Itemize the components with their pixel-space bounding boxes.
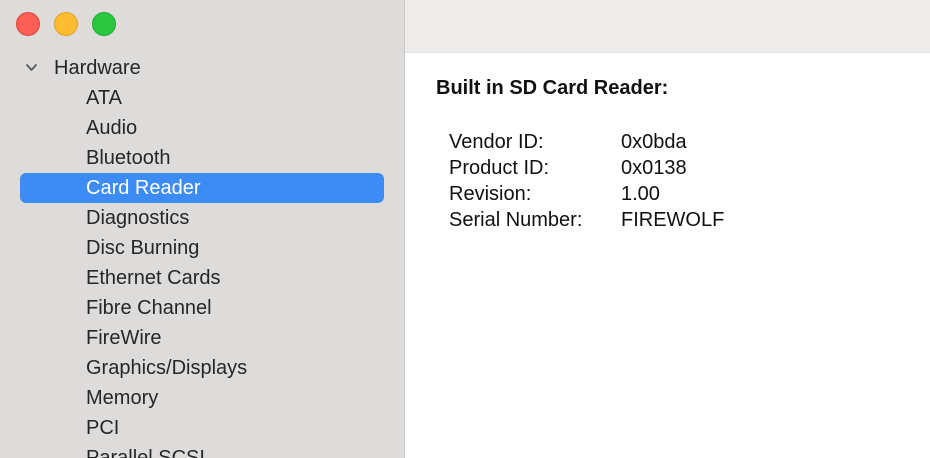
sidebar-item-parallel-scsi[interactable]: Parallel SCSI bbox=[0, 443, 404, 458]
property-list: Vendor ID: 0x0bda Product ID: 0x0138 Revisio… bbox=[449, 129, 724, 233]
zoom-button[interactable] bbox=[92, 12, 116, 36]
sidebar-item-memory[interactable]: Memory bbox=[0, 383, 404, 413]
sidebar-item-fibre-channel[interactable]: Fibre Channel bbox=[0, 293, 404, 323]
sidebar-group-hardware[interactable]: Hardware bbox=[0, 53, 404, 83]
property-key: Revision: bbox=[449, 183, 532, 205]
sidebar-item-label: ATA bbox=[86, 87, 122, 109]
property-value: 0x0138 bbox=[621, 157, 687, 179]
window-controls bbox=[16, 12, 116, 36]
sidebar-item-graphics-displays[interactable]: Graphics/Displays bbox=[0, 353, 404, 383]
sidebar-group-label: Hardware bbox=[54, 57, 141, 79]
sidebar-item-label: Graphics/Displays bbox=[86, 357, 248, 379]
system-information-window: Hardware ATA Audio Bluetooth Card Reader Dia… bbox=[0, 0, 930, 458]
sidebar-item-label: FireWire bbox=[86, 327, 162, 349]
sidebar-item-label: Card Reader bbox=[86, 177, 201, 199]
sidebar-item-disc-burning[interactable]: Disc Burning bbox=[0, 233, 404, 263]
sidebar-item-bluetooth[interactable]: Bluetooth bbox=[0, 143, 404, 173]
property-row: Revision: 1.00 bbox=[449, 181, 724, 207]
sidebar-item-list: ATA Audio Bluetooth Card Reader Diagnostics D… bbox=[0, 83, 404, 458]
chevron-down-icon[interactable] bbox=[26, 62, 37, 73]
detail-pane: Built in SD Card Reader: Vendor ID: 0x0bd… bbox=[405, 53, 930, 458]
sidebar-item-label: Fibre Channel bbox=[86, 297, 212, 319]
property-value: 1.00 bbox=[621, 183, 660, 205]
sidebar-item-label: Bluetooth bbox=[86, 147, 171, 169]
toolbar-area bbox=[405, 0, 930, 53]
sidebar-item-firewire[interactable]: FireWire bbox=[0, 323, 404, 353]
sidebar-item-label: Ethernet Cards bbox=[86, 267, 221, 289]
sidebar-item-card-reader[interactable]: Card Reader bbox=[0, 173, 404, 203]
sidebar-item-label: Memory bbox=[86, 387, 159, 409]
sidebar-item-ata[interactable]: ATA bbox=[0, 83, 404, 113]
sidebar: Hardware ATA Audio Bluetooth Card Reader Dia… bbox=[0, 0, 405, 458]
sidebar-item-pci[interactable]: PCI bbox=[0, 413, 404, 443]
property-key: Vendor ID: bbox=[449, 131, 544, 153]
sidebar-item-label: PCI bbox=[86, 417, 120, 439]
close-button[interactable] bbox=[16, 12, 40, 36]
property-value: FIREWOLF bbox=[621, 209, 725, 231]
sidebar-tree: Hardware ATA Audio Bluetooth Card Reader Dia… bbox=[0, 53, 404, 458]
sidebar-item-label: Disc Burning bbox=[86, 237, 200, 259]
minimize-button[interactable] bbox=[54, 12, 78, 36]
property-value: 0x0bda bbox=[621, 131, 687, 153]
sidebar-item-diagnostics[interactable]: Diagnostics bbox=[0, 203, 404, 233]
sidebar-item-ethernet-cards[interactable]: Ethernet Cards bbox=[0, 263, 404, 293]
property-key: Serial Number: bbox=[449, 209, 583, 231]
property-row: Product ID: 0x0138 bbox=[449, 155, 724, 181]
sidebar-item-label: Diagnostics bbox=[86, 207, 190, 229]
sidebar-item-audio[interactable]: Audio bbox=[0, 113, 404, 143]
property-key: Product ID: bbox=[449, 157, 550, 179]
property-row: Vendor ID: 0x0bda bbox=[449, 129, 724, 155]
sidebar-item-label: Parallel SCSI bbox=[86, 447, 205, 458]
sidebar-item-label: Audio bbox=[86, 117, 138, 139]
property-row: Serial Number: FIREWOLF bbox=[449, 207, 724, 233]
detail-title: Built in SD Card Reader: bbox=[436, 77, 669, 99]
